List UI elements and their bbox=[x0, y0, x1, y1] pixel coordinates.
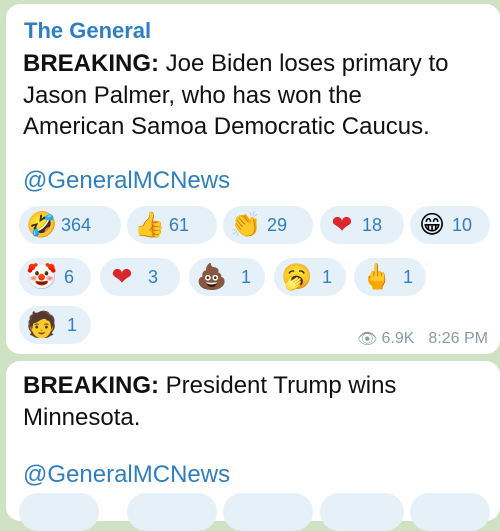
reaction-count: 10 bbox=[452, 215, 473, 235]
rofl-emoji-icon: 🤣 bbox=[26, 210, 58, 239]
reaction-pill[interactable] bbox=[127, 493, 217, 531]
reaction-pill[interactable] bbox=[223, 493, 313, 531]
message-line: Jason Palmer, who has won the bbox=[23, 81, 362, 109]
message-text: BREAKING: Joe Biden loses primary to Jas… bbox=[23, 48, 493, 143]
reaction-count: 364 bbox=[61, 215, 92, 235]
poop-emoji-icon: 💩 bbox=[196, 262, 228, 291]
clapping-emoji-icon: 👏 bbox=[230, 210, 262, 239]
message-line: Joe Biden loses primary to bbox=[159, 50, 449, 77]
grin-emoji-icon: 😁 bbox=[418, 210, 446, 239]
reaction-pill-technologist[interactable]: 🧑 1 bbox=[19, 306, 91, 344]
reaction-pill-heart[interactable]: ❤ 18 bbox=[320, 206, 404, 244]
message-line: President Trump wins bbox=[159, 372, 397, 399]
message-bubble[interactable]: The General BREAKING: Joe Biden loses pr… bbox=[6, 4, 500, 354]
heart-emoji-icon: ❤ bbox=[331, 210, 353, 239]
reaction-count: 29 bbox=[267, 215, 288, 235]
reaction-pill-poop[interactable]: 💩 1 bbox=[189, 258, 265, 296]
reaction-pill[interactable] bbox=[19, 493, 99, 531]
message-time: 8:26 PM bbox=[428, 329, 488, 347]
reaction-pill-rofl[interactable]: 🤣 364 bbox=[19, 206, 121, 244]
reaction-count: 1 bbox=[241, 267, 252, 287]
breaking-label: BREAKING: bbox=[23, 50, 159, 77]
reaction-count: 6 bbox=[64, 267, 75, 287]
message-text: BREAKING: President Trump wins Minnesota… bbox=[23, 370, 493, 433]
reaction-pill-grin[interactable]: 😁 10 bbox=[410, 206, 490, 244]
channel-name[interactable]: The General bbox=[24, 18, 151, 44]
message-line: American Samoa Democratic Caucus. bbox=[23, 113, 430, 140]
reaction-count: 1 bbox=[403, 267, 414, 287]
reaction-count: 3 bbox=[148, 267, 159, 287]
view-count: 6.9K bbox=[381, 329, 415, 347]
reaction-pill-yawning[interactable]: 🥱 1 bbox=[274, 258, 346, 296]
reaction-count: 1 bbox=[322, 267, 333, 287]
thumbs-up-emoji-icon: 👍 bbox=[134, 210, 166, 239]
heart-on-fire-emoji-icon: ❤ bbox=[111, 262, 133, 291]
channel-handle-link[interactable]: @GeneralMCNews bbox=[23, 461, 230, 489]
message-bubble[interactable]: BREAKING: President Trump wins Minnesota… bbox=[6, 361, 500, 531]
reaction-pill-clapping[interactable]: 👏 29 bbox=[223, 206, 313, 244]
clown-emoji-icon: 🤡 bbox=[26, 262, 58, 291]
message-line: Minnesota. bbox=[23, 403, 141, 431]
middle-finger-emoji-icon: 🖕 bbox=[361, 262, 393, 291]
channel-handle-link[interactable]: @GeneralMCNews bbox=[23, 167, 230, 195]
breaking-label: BREAKING: bbox=[23, 372, 159, 399]
reaction-pill-middle-finger[interactable]: 🖕 1 bbox=[354, 258, 426, 296]
reaction-count: 18 bbox=[362, 215, 383, 235]
eye-icon: 👁 bbox=[357, 329, 378, 348]
reaction-pill[interactable] bbox=[410, 493, 490, 531]
reaction-pill-clown[interactable]: 🤡 6 bbox=[19, 258, 91, 296]
technologist-emoji-icon: 🧑 bbox=[26, 310, 58, 339]
reaction-pill[interactable] bbox=[320, 493, 404, 531]
message-meta: 👁 6.9K 8:26 PM bbox=[357, 329, 488, 348]
yawning-emoji-icon: 🥱 bbox=[281, 262, 313, 291]
reaction-count: 1 bbox=[67, 315, 78, 335]
reaction-count: 61 bbox=[169, 215, 190, 235]
reaction-pill-heart-on-fire[interactable]: ❤ 3 bbox=[100, 258, 180, 296]
reaction-pill-thumbs-up[interactable]: 👍 61 bbox=[127, 206, 217, 244]
